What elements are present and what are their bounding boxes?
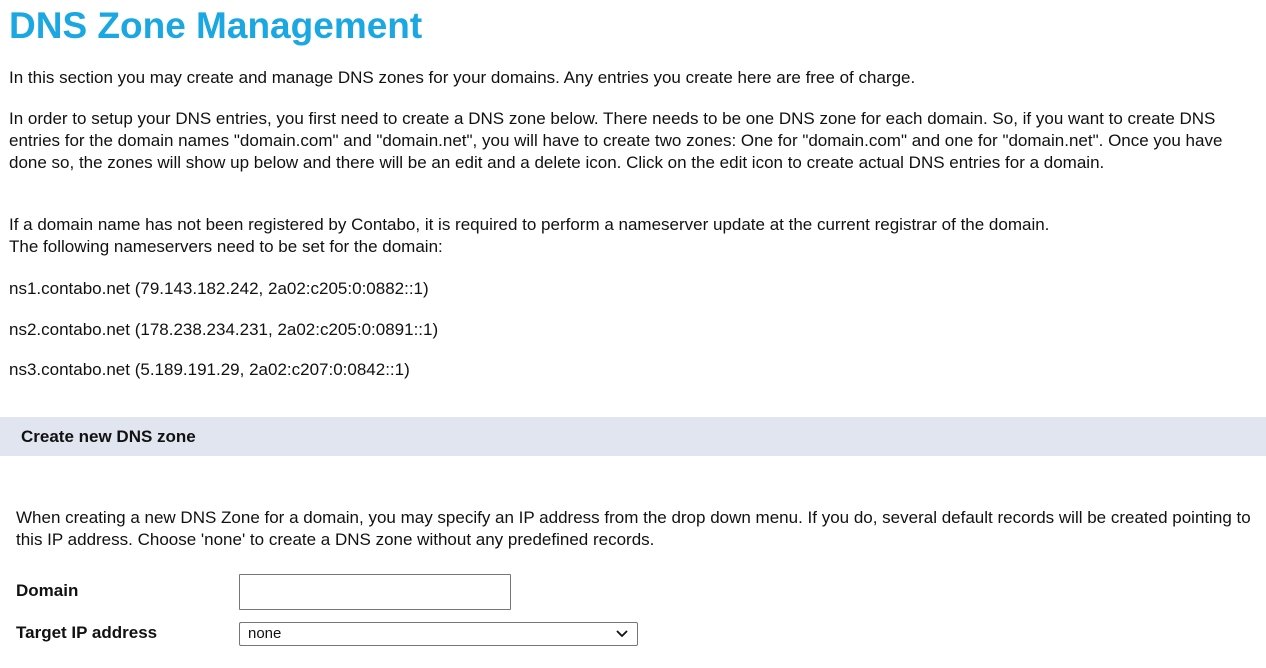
nameserver-item-ns1: ns1.contabo.net (79.143.182.242, 2a02:c2… [9, 279, 429, 298]
page-title: DNS Zone Management [9, 5, 423, 46]
intro-paragraph: In this section you may create and manag… [9, 68, 916, 87]
target-ip-selected-value: none [248, 625, 282, 642]
nameserver-notice: If a domain name has not been registered… [9, 214, 1259, 258]
instructions-paragraph: In order to setup your DNS entries, you … [9, 109, 1223, 172]
target-ip-label: Target IP address [16, 623, 158, 642]
nameserver-item-ns2: ns2.contabo.net (178.238.234.231, 2a02:c… [9, 320, 439, 339]
domain-label: Domain [16, 581, 79, 600]
nameserver-item-ns3: ns3.contabo.net (5.189.191.29, 2a02:c207… [9, 360, 410, 379]
create-zone-section-header: Create new DNS zone [0, 417, 1266, 456]
target-ip-select[interactable]: none [239, 622, 638, 646]
create-zone-description: When creating a new DNS Zone for a domai… [16, 508, 1251, 549]
create-zone-section-title: Create new DNS zone [21, 427, 196, 446]
dns-zone-page: DNS Zone Management In this section you … [0, 0, 1266, 668]
domain-input[interactable] [239, 574, 511, 610]
nameserver-notice-line-2: The following nameservers need to be set… [9, 237, 443, 256]
nameserver-notice-line-1: If a domain name has not been registered… [9, 215, 1050, 234]
chevron-down-icon [616, 630, 628, 637]
